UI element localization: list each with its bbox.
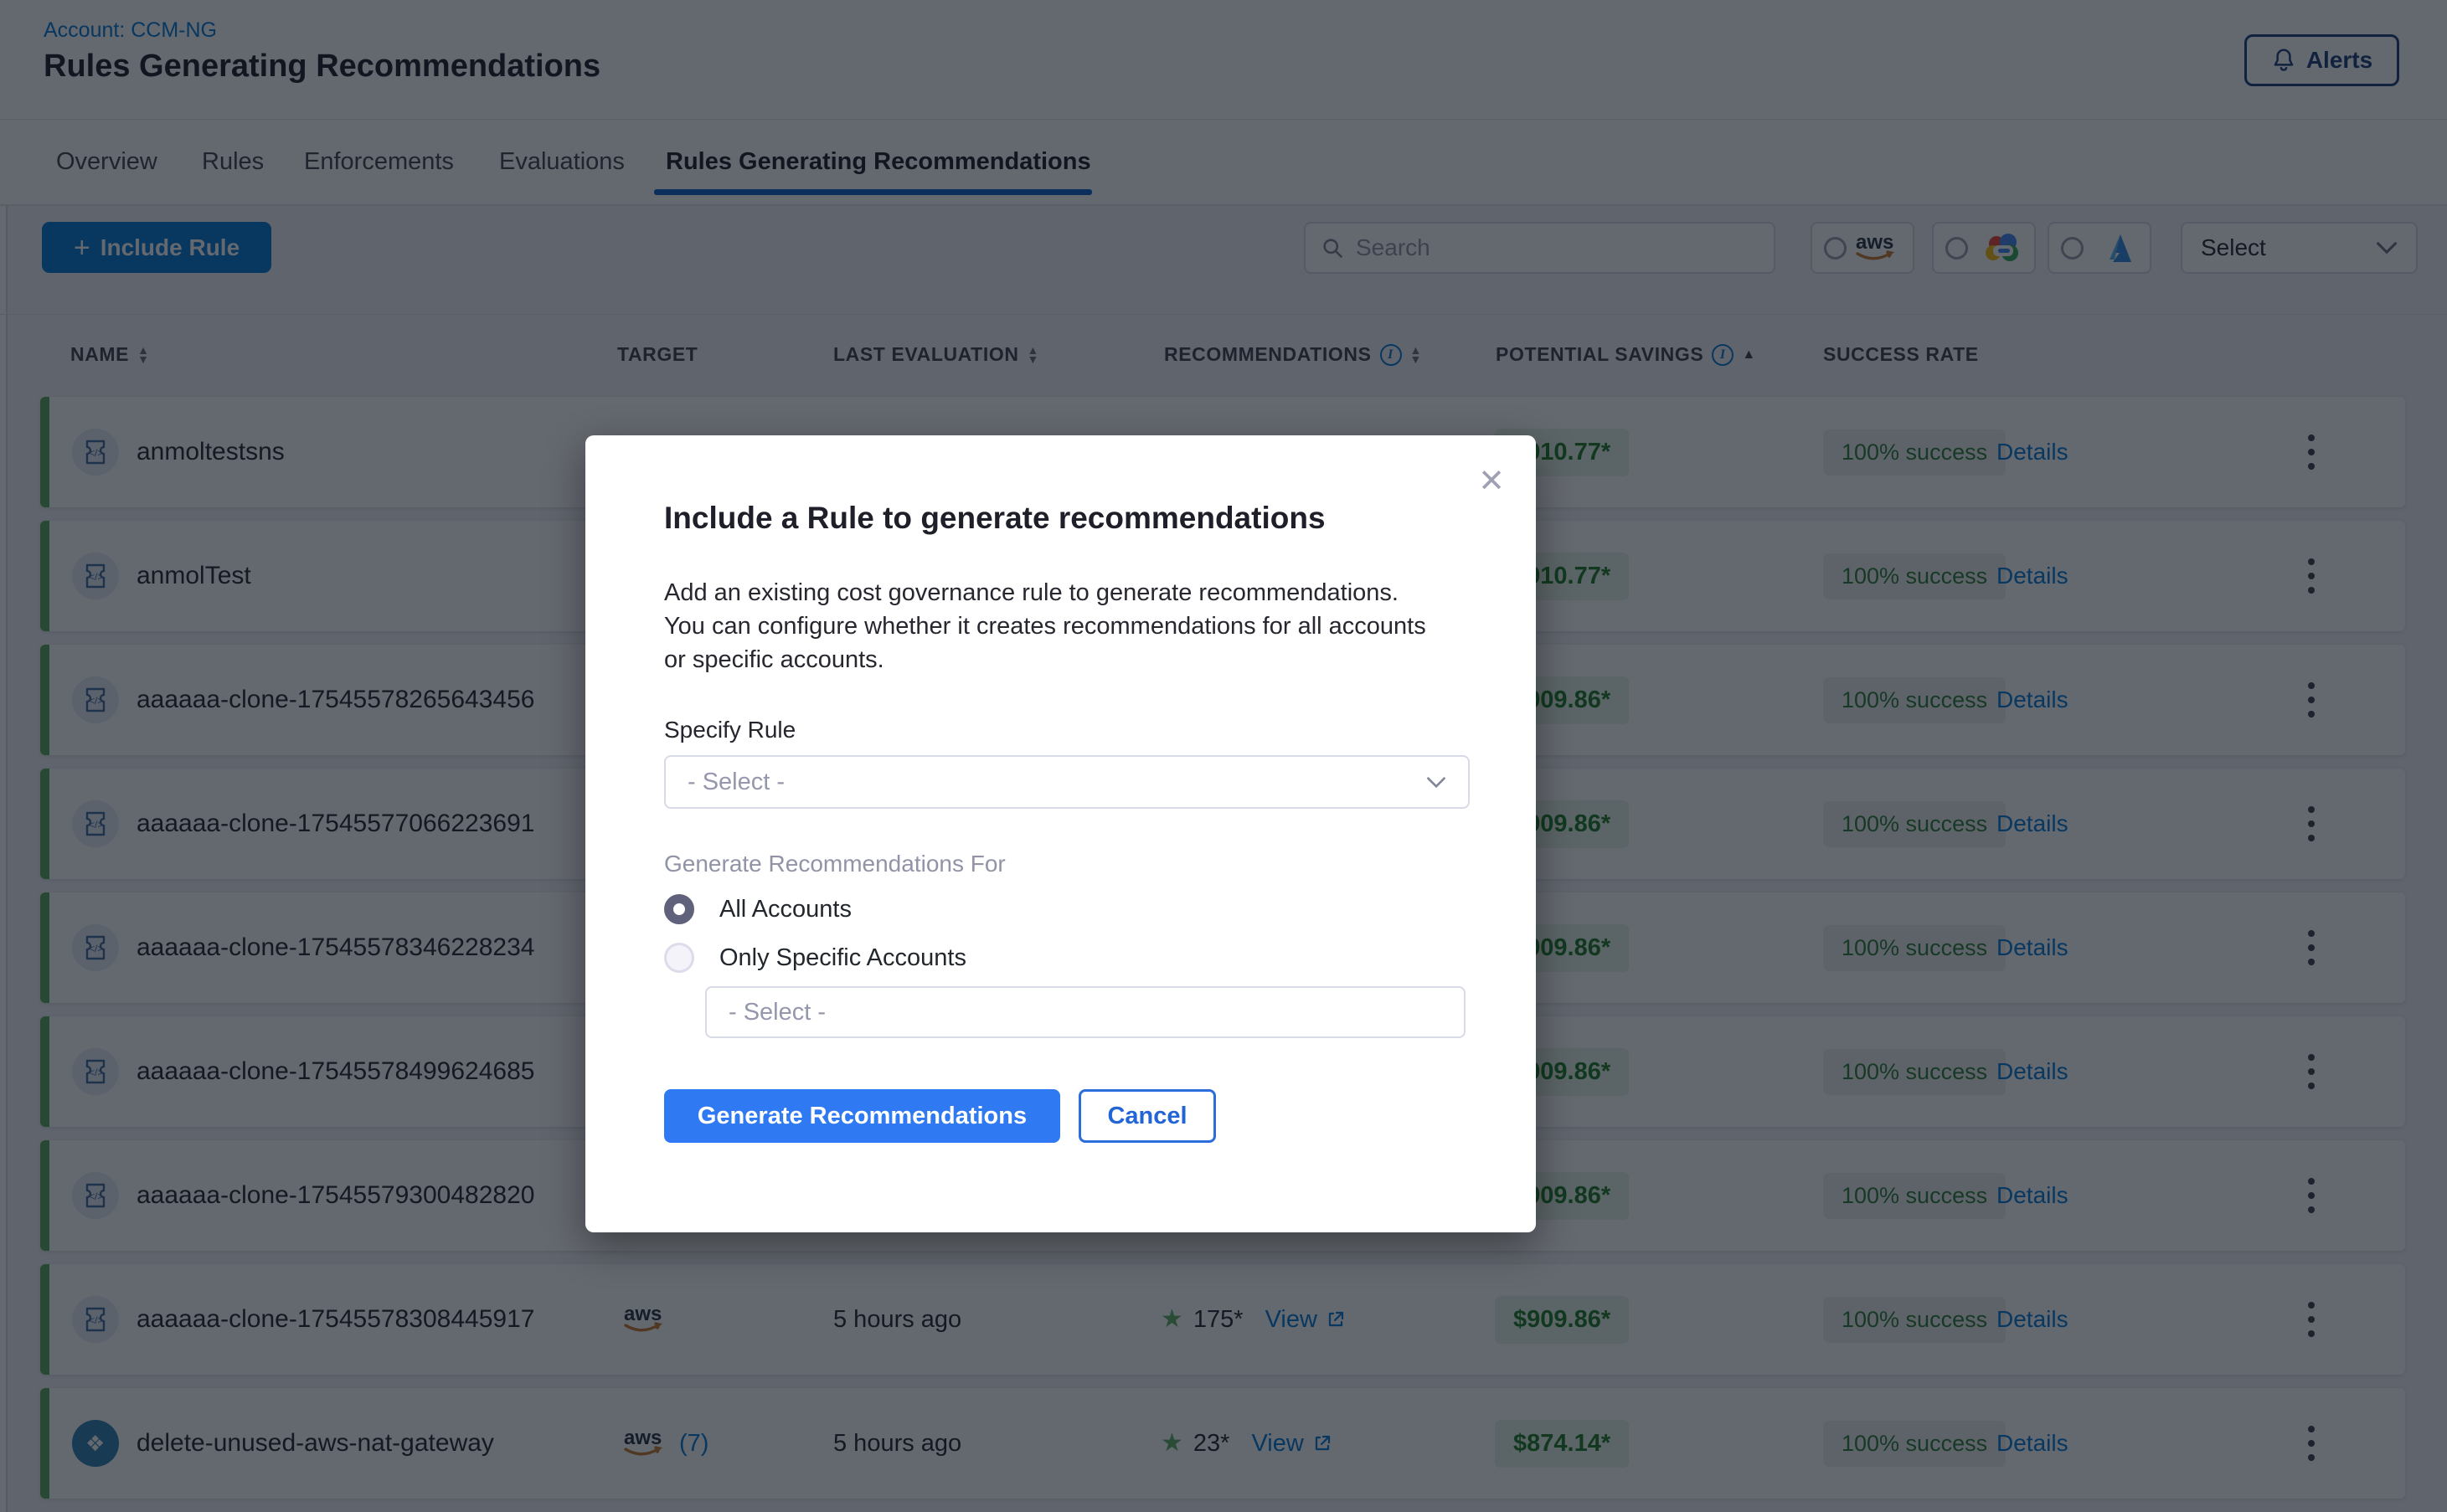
app-root: Account: CCM-NG Rules Generating Recomme… [0, 0, 2447, 1512]
modal-title: Include a Rule to generate recommendatio… [664, 501, 1326, 536]
modal-description: Add an existing cost governance rule to … [664, 576, 1428, 676]
generate-for-label: Generate Recommendations For [664, 851, 1006, 877]
include-rule-modal: ✕ Include a Rule to generate recommendat… [585, 435, 1536, 1232]
generate-recommendations-button[interactable]: Generate Recommendations [664, 1089, 1060, 1143]
cancel-button[interactable]: Cancel [1079, 1089, 1216, 1143]
radio-unselected-icon [664, 943, 694, 973]
accounts-select-placeholder: - Select - [729, 999, 826, 1026]
rule-select-placeholder: - Select - [688, 769, 785, 796]
radio-only-specific-accounts[interactable]: Only Specific Accounts [664, 943, 966, 973]
rule-select-dropdown[interactable]: - Select - [664, 755, 1470, 809]
accounts-select-input[interactable]: - Select - [705, 986, 1466, 1038]
radio-selected-icon [664, 894, 694, 924]
chevron-down-icon [1426, 776, 1446, 789]
radio-only-specific-accounts-label: Only Specific Accounts [719, 944, 966, 972]
specify-rule-label: Specify Rule [664, 717, 796, 743]
radio-all-accounts-label: All Accounts [719, 896, 852, 923]
radio-all-accounts[interactable]: All Accounts [664, 894, 852, 924]
close-icon[interactable]: ✕ [1471, 460, 1512, 501]
